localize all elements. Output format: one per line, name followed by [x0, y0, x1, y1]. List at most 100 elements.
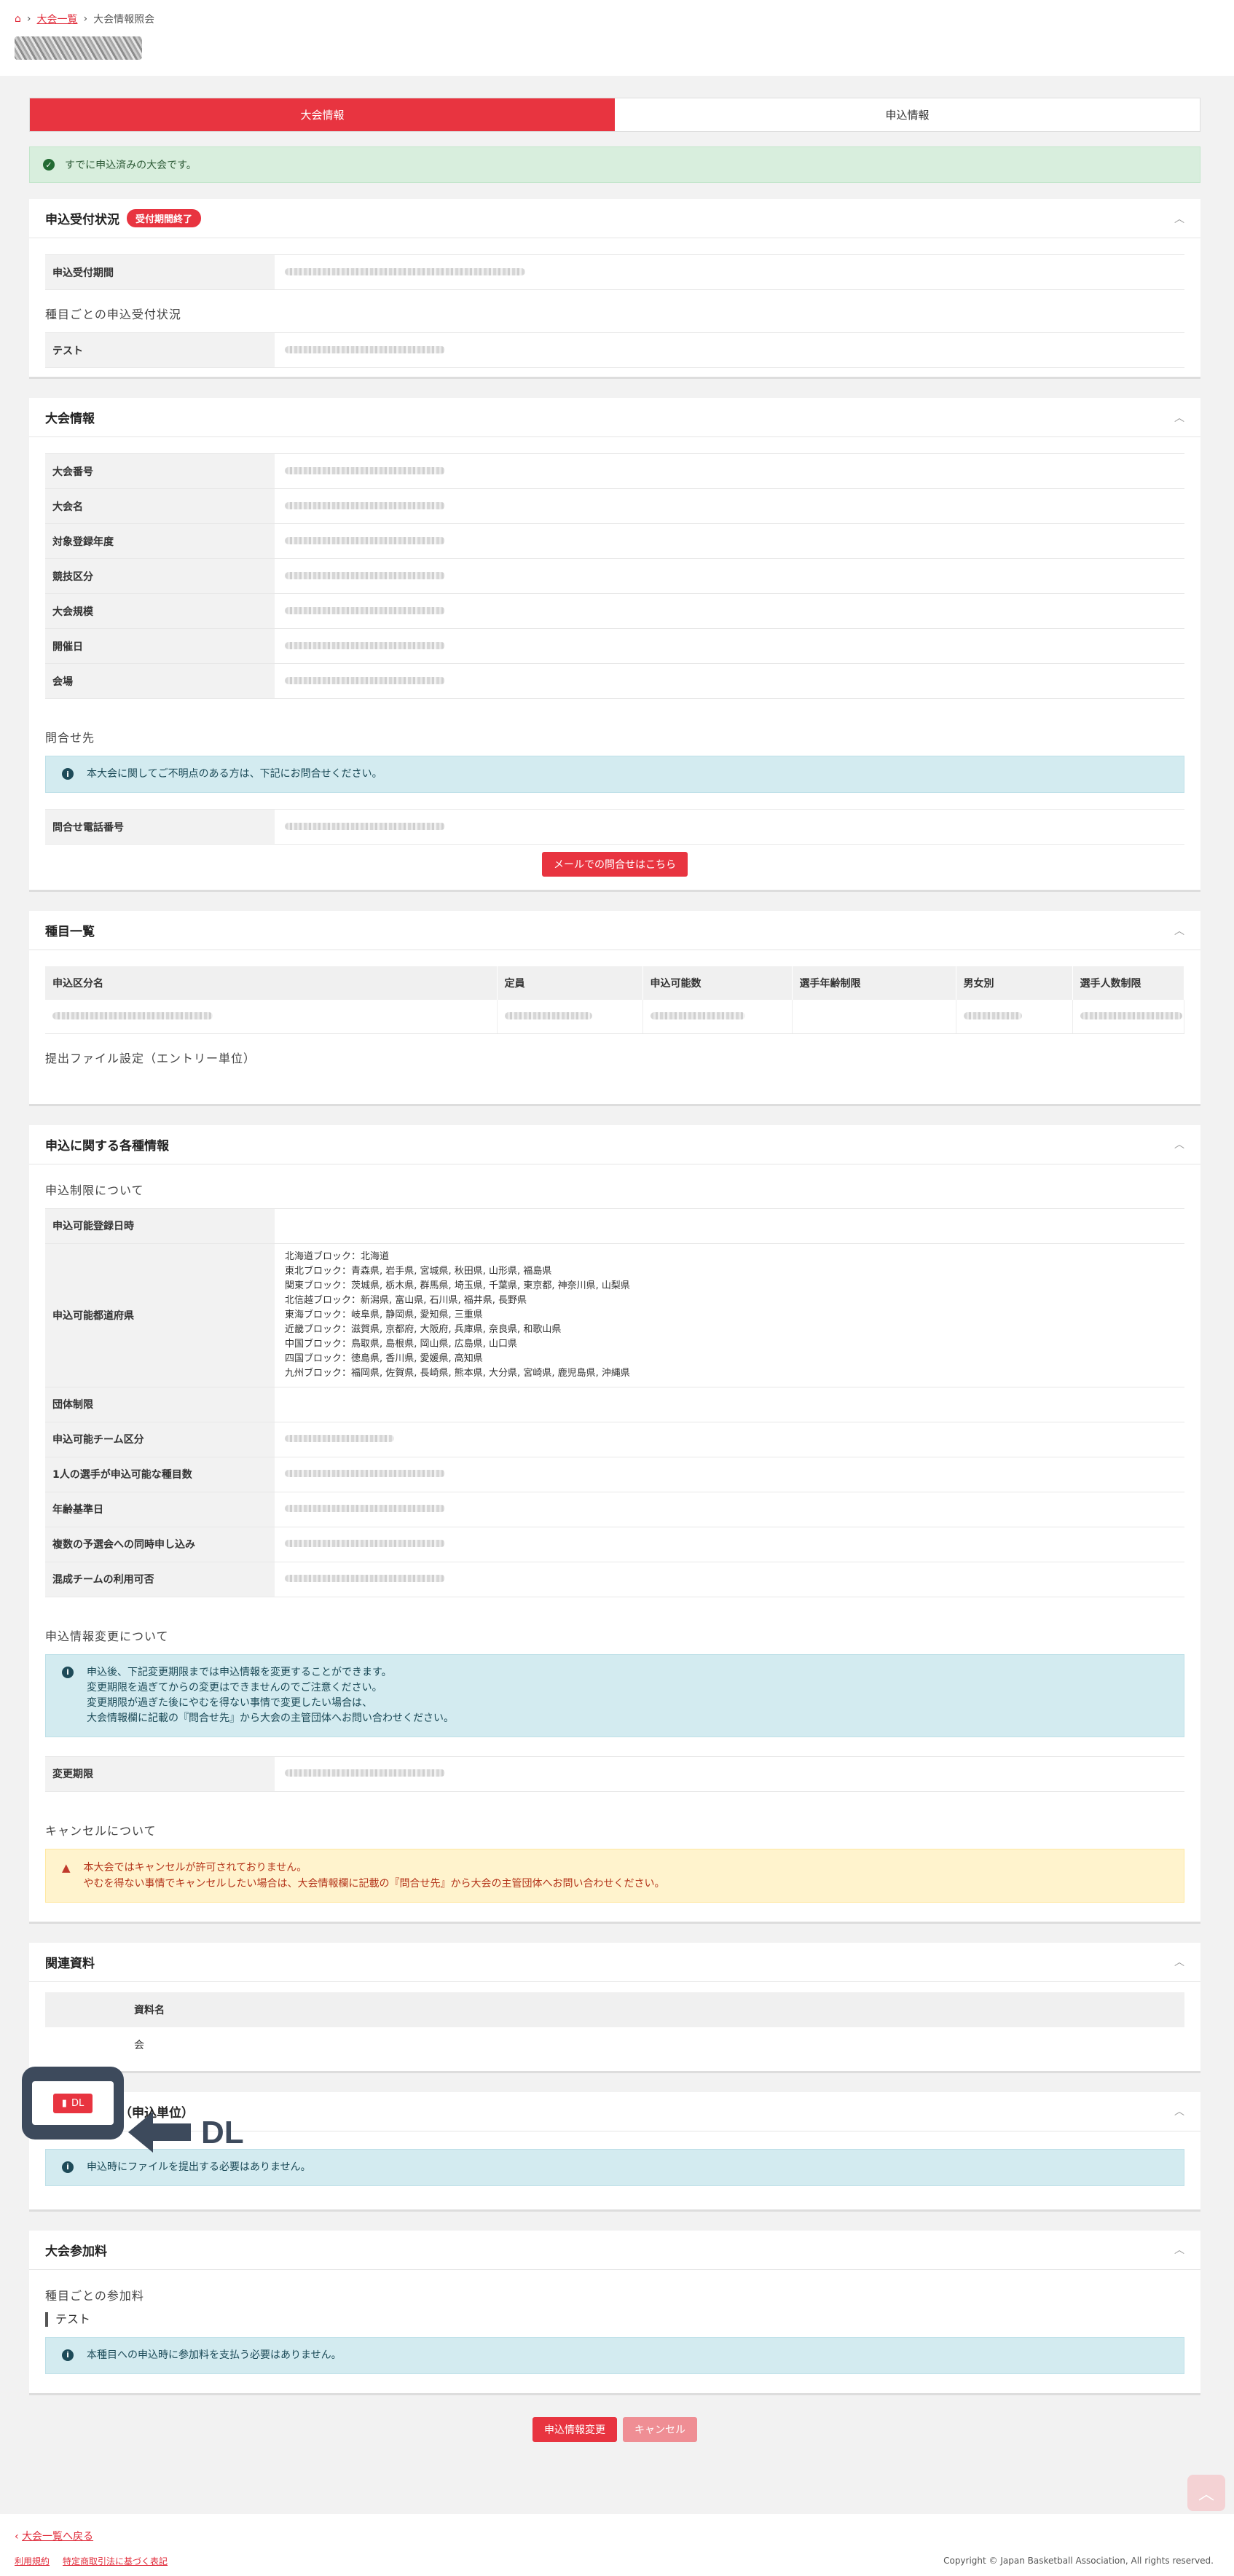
- chevron-up-icon[interactable]: ︿: [1174, 2242, 1184, 2257]
- row-label: 申込受付期間: [45, 254, 275, 290]
- events-card: 種目一覧 ︿ 申込区分名 定員 申込可能数 選手年齢制限 男女別 選手人数制限: [29, 911, 1200, 1106]
- card-header[interactable]: 種目一覧 ︿: [29, 911, 1200, 950]
- table-row: 問合せ電話番号: [45, 809, 1184, 845]
- row-label: 競技区分: [45, 558, 275, 594]
- row-label: 混成チームの利用可否: [45, 1562, 275, 1597]
- pointer-arrow-icon: [128, 2112, 191, 2153]
- info-text: 本大会に関してご不明点のある方は、下記にお問合せください。: [87, 768, 382, 780]
- card-header[interactable]: 大会情報 ︿: [29, 398, 1200, 437]
- application-info-card: 申込に関する各種情報 ︿ 申込制限について 申込可能登録日時 申込可能都道府県 …: [29, 1124, 1200, 1924]
- column-header: 定員: [497, 966, 643, 1000]
- cell-redacted: [45, 1000, 498, 1034]
- contact-table: 問合せ電話番号: [45, 809, 1184, 845]
- tournament-info-card: 大会情報 ︿ 大会番号 大会名 対象登録年度 競技区分 大会規模 開催日 会場 …: [29, 398, 1200, 892]
- table-row: 競技区分: [45, 558, 1184, 594]
- check-circle-icon: ✓: [43, 159, 55, 171]
- action-buttons: 申込情報変更 キャンセル: [29, 2416, 1200, 2442]
- main-content: 大会情報 申込情報 ✓ すでに申込済みの大会です。 申込受付状況 受付期間終了 ︿…: [29, 98, 1200, 2442]
- row-label: 開催日: [45, 628, 275, 664]
- row-value-redacted: [275, 1492, 1184, 1527]
- table-row: 年齢基準日: [45, 1492, 1184, 1527]
- prefecture-block: 九州ブロック：福岡県, 佐賀県, 長崎県, 熊本県, 大分県, 宮崎県, 鹿児島…: [285, 1367, 630, 1379]
- row-value-redacted: [275, 593, 1184, 629]
- table-row: 開催日: [45, 628, 1184, 664]
- chevron-left-icon: ‹: [15, 2531, 23, 2542]
- card-title: 申込受付状況 受付期間終了: [45, 209, 202, 227]
- table-row: 対象登録年度: [45, 523, 1184, 559]
- row-value-redacted: [275, 809, 1184, 845]
- mail-contact-button[interactable]: メールでの問合せはこちら: [542, 852, 688, 877]
- commercial-law-link[interactable]: 特定商取引法に基づく表記: [63, 2555, 168, 2567]
- home-icon[interactable]: ⌂: [15, 13, 21, 25]
- column-header: 男女別: [956, 966, 1073, 1000]
- card-header[interactable]: 大会参加料 ︿: [29, 2231, 1200, 2270]
- table-row: 大会名: [45, 488, 1184, 524]
- tab-bar: 大会情報 申込情報: [29, 98, 1200, 132]
- chevron-up-icon[interactable]: ︿: [1174, 1954, 1184, 1969]
- download-button[interactable]: ▮ DL: [52, 2093, 93, 2113]
- row-label: 申込可能登録日時: [45, 1207, 275, 1244]
- already-applied-alert: ✓ すでに申込済みの大会です。: [29, 146, 1200, 183]
- row-label: 団体制限: [45, 1387, 275, 1422]
- submit-files-info-box: i 申込時にファイルを提出する必要はありません。: [45, 2148, 1184, 2186]
- download-button-label: DL: [71, 2097, 85, 2109]
- change-application-button[interactable]: 申込情報変更: [532, 2416, 617, 2442]
- chevron-up-icon[interactable]: ︿: [1174, 1137, 1184, 1151]
- change-deadline-table: 変更期限: [45, 1755, 1184, 1792]
- document-name-partial: 会: [134, 2039, 144, 2051]
- row-label: 1人の選手が申込可能な種目数: [45, 1457, 275, 1492]
- section-subtitle: 申込制限について: [45, 1183, 144, 1197]
- tab-application-info[interactable]: 申込情報: [615, 98, 1200, 131]
- warning-line: 本大会ではキャンセルが許可されておりません。: [83, 1861, 307, 1874]
- row-value-redacted: [275, 453, 1184, 489]
- table-row: 変更期限: [45, 1755, 1184, 1792]
- row-value-redacted: [275, 523, 1184, 559]
- table-row: 大会規模: [45, 593, 1184, 629]
- chevron-up-icon[interactable]: ︿: [1174, 410, 1184, 425]
- prefecture-block: 近畿ブロック：滋賀県, 京都府, 大阪府, 兵庫県, 奈良県, 和歌山県: [285, 1323, 562, 1335]
- top-bar: ⌂ › 大会一覧 › 大会情報照会: [0, 0, 1234, 76]
- footer: ‹ 大会一覧へ戻る 利用規約 特定商取引法に基づく表記 Copyright © …: [0, 2514, 1234, 2576]
- info-line: 変更期限を過ぎてからの変更はできませんのでご注意ください。: [87, 1681, 382, 1694]
- row-label: 大会規模: [45, 593, 275, 629]
- chevron-up-icon[interactable]: ︿: [1174, 211, 1184, 226]
- card-header[interactable]: 申込受付状況 受付期間終了 ︿: [29, 199, 1200, 238]
- card-header[interactable]: 関連資料 ︿: [29, 1943, 1200, 1982]
- reception-table: 申込受付期間: [45, 254, 1184, 290]
- tournament-table: 大会番号 大会名 対象登録年度 競技区分 大会規模 開催日 会場: [45, 453, 1184, 699]
- event-reception-table: テスト: [45, 332, 1184, 368]
- copyright: Copyright © Japan Basketball Association…: [943, 2556, 1214, 2566]
- table-row: 会場: [45, 663, 1184, 699]
- table-row: 複数の予選会への同時申し込み: [45, 1527, 1184, 1562]
- row-label: 変更期限: [45, 1755, 275, 1792]
- row-value: [275, 1387, 1184, 1422]
- table-row: 団体制限: [45, 1387, 1184, 1422]
- card-title: 種目一覧: [45, 925, 95, 939]
- cancel-application-button[interactable]: キャンセル: [623, 2416, 697, 2442]
- row-value-redacted: [275, 488, 1184, 524]
- column-header: 申込区分名: [45, 966, 498, 1000]
- back-to-list-link[interactable]: 大会一覧へ戻る: [22, 2531, 93, 2542]
- warning-line: やむを得ない事情でキャンセルしたい場合は、大会情報欄に記載の『問合せ先』から大会…: [83, 1877, 665, 1890]
- terms-link[interactable]: 利用規約: [15, 2555, 50, 2567]
- table-row: 申込受付期間: [45, 254, 1184, 290]
- application-limit-table: 申込可能登録日時 申込可能都道府県 北海道ブロック：北海道 東北ブロック：青森県…: [45, 1207, 1184, 1597]
- scroll-to-top-button[interactable]: ︿: [1187, 2475, 1225, 2511]
- table-header-row: 申込区分名 定員 申込可能数 選手年齢制限 男女別 選手人数制限: [45, 966, 1184, 1000]
- tab-tournament-info[interactable]: 大会情報: [30, 98, 615, 131]
- table-row: テスト: [45, 332, 1184, 368]
- card-header[interactable]: 申込に関する各種情報 ︿: [29, 1125, 1200, 1164]
- breadcrumb-link-tournaments[interactable]: 大会一覧: [37, 12, 78, 26]
- breadcrumb-current: 大会情報照会: [93, 14, 155, 26]
- dl-annotation-label: DL: [201, 2115, 244, 2150]
- cell-redacted: [956, 1000, 1073, 1034]
- chevron-up-icon: ︿: [1198, 2486, 1214, 2504]
- info-icon: i: [62, 1666, 74, 1678]
- chevron-up-icon[interactable]: ︿: [1174, 2104, 1184, 2118]
- chevron-up-icon[interactable]: ︿: [1174, 923, 1184, 938]
- change-info-box: i 申込後、下記変更期限までは申込情報を変更することができます。 変更期限を過ぎ…: [45, 1653, 1184, 1737]
- row-label: テスト: [45, 332, 275, 368]
- submit-files-card: 提出ファイル（申込単位） ︿ i 申込時にファイルを提出する必要はありません。: [29, 2091, 1200, 2212]
- row-label: 会場: [45, 663, 275, 699]
- card-title: 大会情報: [45, 412, 95, 426]
